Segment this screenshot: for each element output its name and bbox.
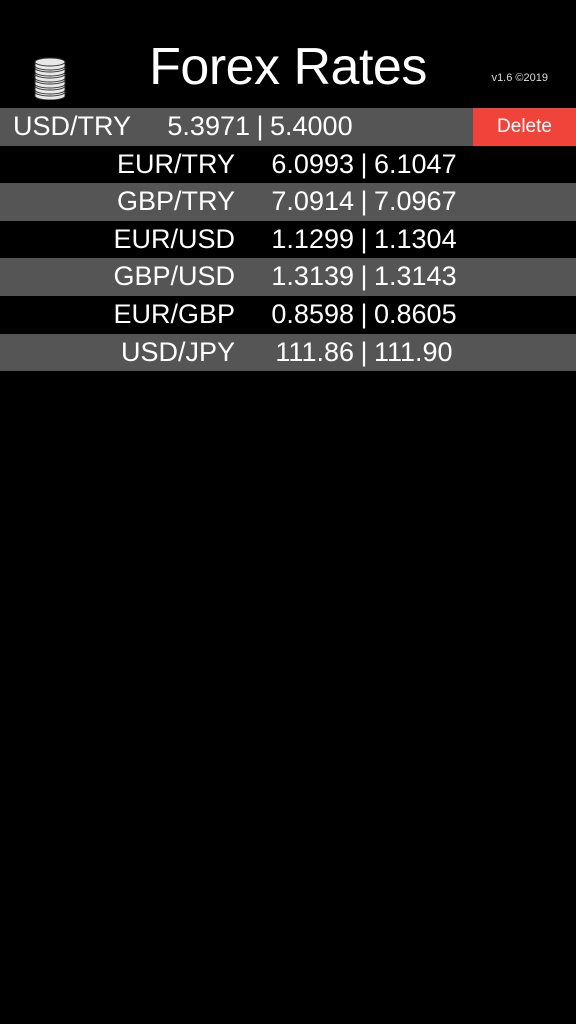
rate-row-content: EUR/GBP 0.8598 | 0.8605 (0, 296, 576, 334)
rate-row[interactable]: GBP/USD 1.3139 | 1.3143 (0, 258, 576, 296)
ask-value: 1.1304 (374, 223, 457, 254)
rate-separator: | (360, 186, 368, 217)
bid-value: 5.3971 (167, 111, 250, 141)
rate-row[interactable]: GBP/TRY 7.0914 | 7.0967 (0, 183, 576, 221)
rate-row[interactable]: USD/TRY 5.3971 | 5.4000 Delete (0, 108, 576, 146)
rate-separator: | (256, 111, 264, 141)
rate-row[interactable]: EUR/USD 1.1299 | 1.1304 (0, 220, 576, 259)
pair-label: USD/TRY (12, 111, 131, 141)
rate-separator: | (360, 336, 368, 367)
pair-label: USD/JPY (120, 336, 235, 367)
header: Forex Rates v1.6 ©2019 (0, 0, 576, 108)
rate-row-content: GBP/TRY 7.0914 | 7.0967 (0, 183, 576, 221)
rate-row-content: EUR/USD 1.1299 | 1.1304 (0, 221, 576, 259)
rate-row-content: USD/JPY 111.86 | 111.90 (0, 334, 576, 372)
bid-value: 7.0914 (271, 186, 354, 217)
ask-value: 0.8605 (374, 298, 457, 329)
rate-row[interactable]: EUR/GBP 0.8598 | 0.8605 (0, 295, 576, 334)
rate-row[interactable]: EUR/TRY 6.0993 | 6.1047 (0, 145, 576, 184)
bid-value: 0.8598 (271, 298, 354, 329)
rate-row-content: USD/TRY 5.3971 | 5.4000 (0, 108, 472, 146)
pair-label: GBP/TRY (116, 186, 235, 217)
ask-value: 7.0967 (374, 186, 457, 217)
ask-value: 1.3143 (374, 261, 457, 292)
pair-label: EUR/GBP (113, 298, 235, 329)
page-title: Forex Rates (149, 38, 427, 96)
bid-value: 111.86 (275, 336, 354, 367)
ask-value: 111.90 (374, 336, 453, 367)
version-label: v1.6 ©2019 (491, 72, 548, 84)
bid-value: 1.1299 (271, 223, 354, 254)
bid-value: 6.0993 (271, 148, 354, 179)
rate-separator: | (360, 223, 368, 254)
rates-list: USD/TRY 5.3971 | 5.4000 Delete EUR/TRY 6… (0, 108, 576, 372)
delete-button[interactable]: Delete (473, 108, 576, 146)
ask-value: 5.4000 (270, 111, 353, 141)
pair-label: EUR/USD (113, 223, 235, 254)
bid-value: 1.3139 (271, 261, 354, 292)
ask-value: 6.1047 (374, 148, 457, 179)
pair-label: GBP/USD (113, 261, 235, 292)
rate-row-content: GBP/USD 1.3139 | 1.3143 (0, 258, 576, 296)
rate-separator: | (360, 298, 368, 329)
rate-separator: | (360, 261, 368, 292)
pair-label: EUR/TRY (116, 148, 235, 179)
rate-separator: | (360, 148, 368, 179)
rate-row-content: EUR/TRY 6.0993 | 6.1047 (0, 146, 576, 184)
rate-row[interactable]: USD/JPY 111.86 | 111.90 (0, 333, 576, 372)
